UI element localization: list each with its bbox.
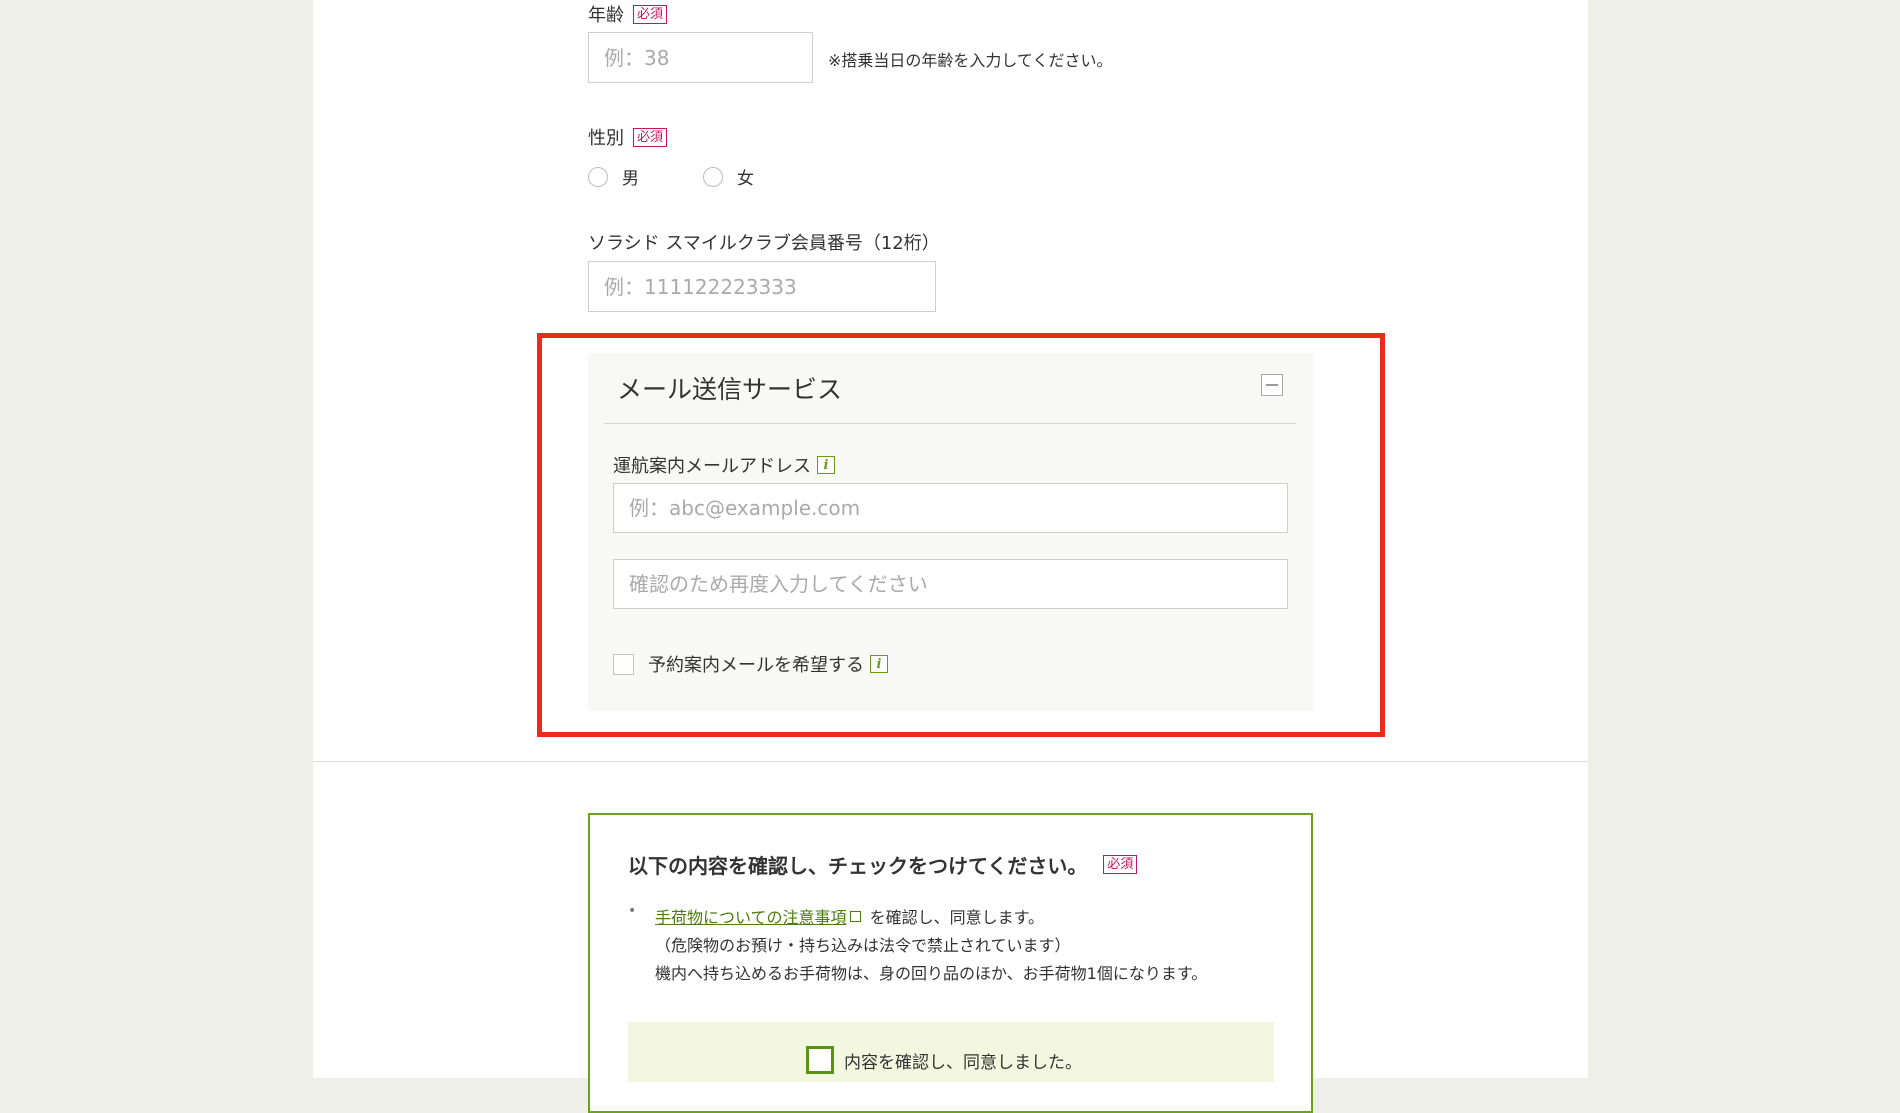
reservation-mail-label: 予約案内メールを希望する — [648, 655, 864, 676]
gender-option-label: 女 — [737, 169, 754, 189]
radio-button[interactable] — [703, 166, 723, 187]
baggage-notice-line: 手荷物についての注意事項 を確認し、同意します。 — [655, 904, 1044, 928]
info-icon[interactable]: i — [870, 655, 888, 673]
gender-label: 性別 — [588, 128, 624, 149]
mail-service-title: メール送信サービス — [617, 375, 843, 404]
info-icon[interactable]: i — [817, 456, 835, 474]
age-label-row: 年齢 必須 — [588, 1, 668, 27]
age-input[interactable] — [588, 32, 813, 83]
required-badge: 必須 — [633, 127, 668, 147]
gender-label-row: 性別 必須 — [588, 124, 668, 150]
external-link-icon — [849, 911, 861, 922]
email-input[interactable] — [613, 483, 1288, 533]
required-badge: 必須 — [633, 4, 668, 24]
carry-on-note: 機内へ持ち込めるお手荷物は、身の回り品のほか、お手荷物1個になります。 — [655, 964, 1208, 983]
agree-label: 内容を確認し、同意しました。 — [844, 1052, 1082, 1073]
age-label: 年齢 — [588, 5, 624, 26]
dangerous-goods-note: （危険物のお預け・持ち込みは法令で禁止されています） — [655, 936, 1071, 955]
confirm-title: 以下の内容を確認し、チェックをつけてください。 — [628, 854, 1088, 878]
member-number-input[interactable] — [588, 261, 936, 312]
reservation-mail-checkbox[interactable] — [613, 653, 634, 675]
mail-service-box: メール送信サービス 運航案内メールアドレス i 予約案内メールを希望する i — [588, 353, 1313, 711]
list-bullet: • — [628, 903, 637, 919]
gender-option-label: 男 — [622, 169, 639, 189]
email-confirm-input[interactable] — [613, 559, 1288, 609]
minus-icon — [1266, 384, 1278, 386]
age-note: ※搭乗当日の年齢を入力してください。 — [828, 51, 1113, 70]
reservation-mail-row: 予約案内メールを希望する i — [613, 651, 888, 677]
section-divider — [313, 761, 1588, 762]
gender-option-male[interactable]: 男 — [588, 164, 639, 189]
email-label-row: 運航案内メールアドレス i — [613, 452, 835, 478]
required-badge: 必須 — [1103, 855, 1138, 874]
collapse-button[interactable] — [1261, 374, 1283, 396]
baggage-notice-suffix: を確認し、同意します。 — [869, 908, 1045, 927]
baggage-notes-link[interactable]: 手荷物についての注意事項 — [655, 908, 847, 927]
member-number-label: ソラシド スマイルクラブ会員番号（12桁） — [588, 233, 940, 254]
gender-option-female[interactable]: 女 — [703, 164, 754, 189]
confirm-title-row: 以下の内容を確認し、チェックをつけてください。 必須 — [628, 850, 1138, 879]
mail-service-divider — [604, 423, 1296, 424]
email-label: 運航案内メールアドレス — [613, 456, 811, 477]
radio-button[interactable] — [588, 166, 608, 187]
agree-checkbox-row[interactable]: 内容を確認し、同意しました。 — [806, 1046, 1082, 1074]
agree-checkbox[interactable] — [806, 1046, 834, 1074]
